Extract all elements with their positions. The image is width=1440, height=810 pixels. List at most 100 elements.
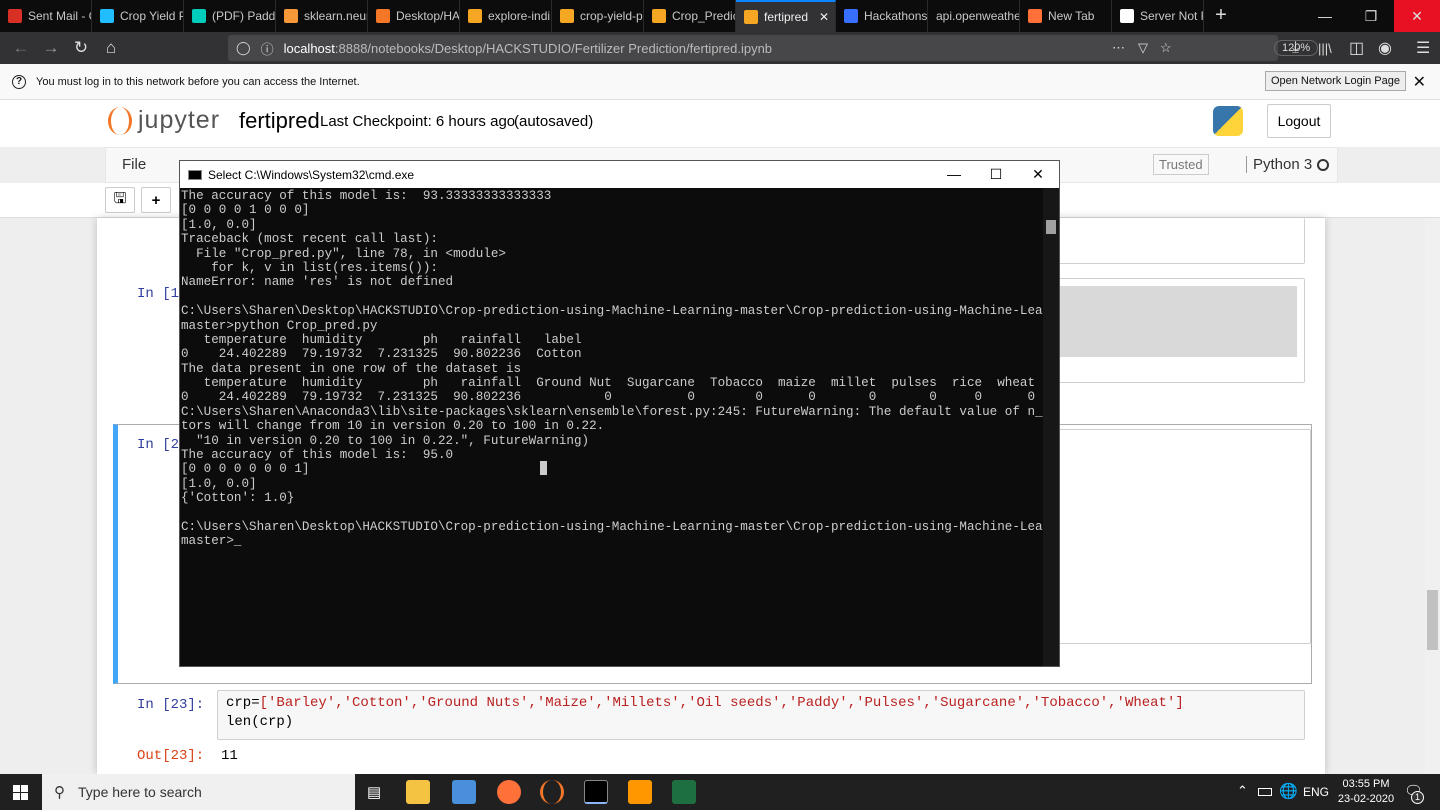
cmd-taskbar-icon[interactable] bbox=[584, 780, 608, 804]
page-scrollbar[interactable] bbox=[1425, 218, 1440, 774]
cmd-window[interactable]: Select C:\Windows\System32\cmd.exe — ☐ ✕… bbox=[179, 160, 1060, 667]
code-cell-23[interactable]: crp=['Barley','Cotton','Ground Nuts','Ma… bbox=[217, 690, 1305, 740]
browser-tab[interactable]: api.openweathe bbox=[928, 0, 1020, 32]
close-icon[interactable]: ✕ bbox=[1413, 72, 1426, 92]
sublime-icon[interactable] bbox=[628, 780, 652, 804]
browser-tab[interactable]: Crop Yield P bbox=[92, 0, 184, 32]
home-button[interactable]: ⌂ bbox=[96, 38, 126, 58]
tab-label: fertipred bbox=[764, 10, 809, 24]
close-button[interactable]: ✕ bbox=[1394, 0, 1440, 32]
task-view-icon[interactable]: ▤ bbox=[367, 783, 381, 801]
tab-label: Hackathons bbox=[864, 9, 927, 23]
jupyter-header: jupyter fertipred Last Checkpoint: 6 hou… bbox=[0, 100, 1440, 147]
tab-label: Server Not F bbox=[1140, 9, 1203, 23]
network-icon[interactable]: 🌐 bbox=[1279, 782, 1298, 800]
forward-button[interactable]: → bbox=[36, 38, 66, 58]
autosave-status: (autosaved) bbox=[514, 113, 594, 130]
minimize-button[interactable]: — bbox=[933, 166, 975, 183]
browser-tab[interactable]: Sent Mail - Gmail bbox=[0, 0, 92, 32]
console-line: [1.0, 0.0] bbox=[181, 217, 257, 232]
browser-tab[interactable]: crop-yield-p bbox=[552, 0, 644, 32]
console-line: 0 24.402289 79.19732 7.231325 90.802236 … bbox=[181, 347, 582, 362]
download-icon[interactable]: ⤓ bbox=[1292, 39, 1299, 57]
browser-tab[interactable]: New Tab bbox=[1020, 0, 1112, 32]
menu-file[interactable]: File bbox=[122, 156, 146, 173]
account-icon[interactable]: ◉ bbox=[1378, 38, 1392, 58]
clock[interactable]: 03:55 PM 23-02-2020 bbox=[1330, 777, 1402, 807]
close-button[interactable]: ✕ bbox=[1017, 166, 1059, 183]
network-login-notification: ? You must log in to this network before… bbox=[0, 64, 1440, 100]
show-hidden-icons[interactable]: ⌃ bbox=[1237, 783, 1248, 799]
scrollbar-thumb[interactable] bbox=[1046, 220, 1056, 234]
new-tab-button[interactable]: + bbox=[1204, 0, 1238, 32]
tab-label: New Tab bbox=[1048, 9, 1095, 23]
logout-button[interactable]: Logout bbox=[1267, 104, 1331, 138]
page-actions-icon[interactable]: ⋯ bbox=[1112, 40, 1125, 56]
menu-icon[interactable]: ☰ bbox=[1416, 38, 1430, 58]
sklearn-icon bbox=[284, 9, 298, 23]
notebook-name[interactable]: fertipred bbox=[239, 108, 320, 134]
store-icon[interactable] bbox=[452, 780, 476, 804]
open-login-page-button[interactable]: Open Network Login Page bbox=[1264, 71, 1406, 91]
shield-icon: ◯ bbox=[236, 40, 251, 55]
restore-button[interactable]: ❐ bbox=[1348, 0, 1394, 32]
file-explorer-icon[interactable] bbox=[406, 780, 430, 804]
browser-tab[interactable]: Crop_Predic bbox=[644, 0, 736, 32]
browser-tab[interactable]: explore-indi bbox=[460, 0, 552, 32]
notebook-icon bbox=[744, 10, 758, 24]
clock-date: 23-02-2020 bbox=[1337, 793, 1395, 805]
browser-tab[interactable]: sklearn.neur bbox=[276, 0, 368, 32]
browser-tab[interactable]: (PDF) Paddy bbox=[184, 0, 276, 32]
browser-nav-bar: ← → ↻ ⌂ ◯ ⓘ localhost:8888/notebooks/Des… bbox=[0, 32, 1440, 64]
tab-label: crop-yield-p bbox=[580, 9, 643, 23]
url-bar[interactable]: ◯ ⓘ localhost:8888/notebooks/Desktop/HAC… bbox=[228, 35, 1319, 61]
kaggle-icon bbox=[100, 9, 114, 23]
close-tab-icon[interactable]: ✕ bbox=[819, 10, 829, 24]
excel-icon[interactable] bbox=[672, 780, 696, 804]
console-output[interactable]: The accuracy of this model is: 93.333333… bbox=[180, 188, 1044, 666]
cmd-icon bbox=[188, 169, 202, 180]
browser-tab[interactable]: Server Not F bbox=[1112, 0, 1204, 32]
jupyter-icon[interactable] bbox=[540, 780, 564, 804]
save-button[interactable]: 🖫 bbox=[105, 187, 135, 213]
reload-button[interactable]: ↻ bbox=[66, 38, 96, 58]
bookmark-star-icon[interactable]: ☆ bbox=[1160, 40, 1172, 56]
windows-start-icon[interactable] bbox=[13, 785, 28, 800]
console-line: C:\Users\Sharen\Anaconda3\lib\site-packa… bbox=[181, 404, 1044, 419]
console-line: master>python Crop_pred.py bbox=[181, 318, 378, 333]
trusted-badge[interactable]: Trusted bbox=[1153, 154, 1209, 175]
minimize-button[interactable]: — bbox=[1302, 0, 1348, 32]
console-line: The accuracy of this model is: 95.0 bbox=[181, 448, 454, 463]
scrollbar-thumb[interactable] bbox=[1427, 590, 1438, 650]
battery-icon[interactable] bbox=[1258, 788, 1272, 796]
maximize-button[interactable]: ☐ bbox=[975, 166, 1017, 183]
sidebar-icon[interactable]: ◫ bbox=[1349, 38, 1364, 58]
pocket-icon[interactable]: ▽ bbox=[1138, 40, 1148, 56]
browser-tab-strip: Sent Mail - Gmail Crop Yield P (PDF) Paddy… bbox=[0, 0, 1440, 32]
tab-label: sklearn.neur bbox=[304, 9, 367, 23]
language-indicator[interactable]: ENG bbox=[1303, 785, 1329, 799]
browser-tab[interactable]: Hackathons bbox=[836, 0, 928, 32]
cmd-title-bar[interactable]: Select C:\Windows\System32\cmd.exe — ☐ ✕ bbox=[180, 161, 1059, 188]
cmd-title: Select C:\Windows\System32\cmd.exe bbox=[208, 167, 415, 182]
taskbar-search[interactable]: ⚲ Type here to search bbox=[42, 774, 355, 810]
window-controls: — ❐ ✕ bbox=[1302, 0, 1440, 32]
jupyter-logo[interactable]: jupyter bbox=[108, 106, 220, 135]
console-line: temperature humidity ph rainfall label bbox=[181, 332, 582, 347]
code-text: len(crp) bbox=[226, 714, 294, 730]
firefox-icon[interactable] bbox=[497, 780, 521, 804]
browser-tab[interactable]: Desktop/HA bbox=[368, 0, 460, 32]
firefox-icon bbox=[1028, 9, 1042, 23]
library-icon[interactable]: |||\ bbox=[1318, 41, 1332, 56]
researchgate-icon bbox=[192, 9, 206, 23]
console-line: tors will change from 10 in version 0.20… bbox=[181, 419, 605, 434]
devfolio-icon bbox=[844, 9, 858, 23]
browser-tab[interactable]: fertipred ✕ bbox=[736, 0, 836, 32]
gmail-icon bbox=[8, 9, 22, 23]
cmd-scrollbar[interactable] bbox=[1043, 188, 1059, 666]
info-icon[interactable]: ⓘ bbox=[261, 39, 274, 58]
insert-cell-button[interactable]: + bbox=[141, 187, 171, 213]
tab-label: Sent Mail - Gmail bbox=[28, 9, 91, 23]
back-button[interactable]: ← bbox=[6, 38, 36, 58]
